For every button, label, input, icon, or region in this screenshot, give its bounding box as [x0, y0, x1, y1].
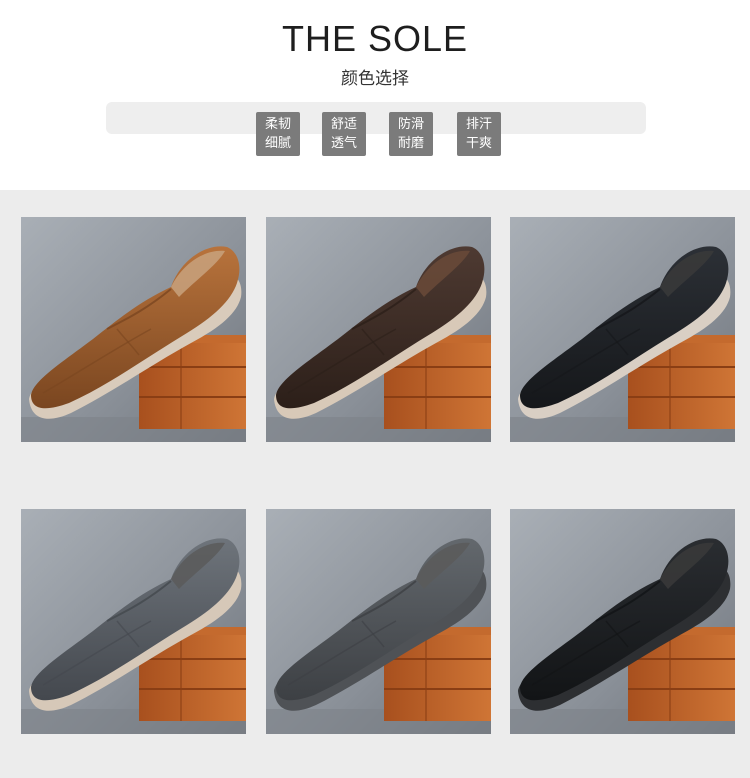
feature-line: 防滑 — [397, 117, 424, 132]
feature-line: 柔韧 — [264, 117, 291, 132]
product-tile[interactable] — [266, 217, 491, 442]
product-image — [21, 217, 246, 442]
product-gallery — [0, 190, 750, 778]
feature-line: 干爽 — [465, 136, 492, 151]
product-tile[interactable] — [266, 509, 491, 734]
product-image — [510, 217, 735, 442]
feature-line: 耐磨 — [397, 136, 424, 151]
feature-line: 透气 — [330, 136, 357, 151]
product-tile[interactable] — [510, 217, 735, 442]
feature-badge-antislip: 防滑 耐磨 — [389, 112, 433, 156]
product-image — [266, 217, 491, 442]
header: THE SOLE 颜色选择 柔韧 细腻 舒适 透气 防滑 耐磨 排汗 干爽 — [0, 0, 750, 190]
feature-badge-breathable: 舒适 透气 — [322, 112, 366, 156]
product-image — [510, 509, 735, 734]
color-selection-subtitle: 颜色选择 — [341, 69, 409, 89]
feature-line: 细腻 — [264, 136, 291, 151]
product-tile[interactable] — [21, 509, 246, 734]
product-image — [266, 509, 491, 734]
feature-line: 舒适 — [330, 117, 357, 132]
product-tile[interactable] — [21, 217, 246, 442]
product-image — [21, 509, 246, 734]
page-title: THE SOLE — [281, 18, 469, 59]
feature-badge-flexible: 柔韧 细腻 — [256, 112, 300, 156]
product-tile[interactable] — [510, 509, 735, 734]
feature-badge-dry: 排汗 干爽 — [457, 112, 501, 156]
feature-line: 排汗 — [465, 117, 492, 132]
feature-bar — [106, 102, 646, 134]
